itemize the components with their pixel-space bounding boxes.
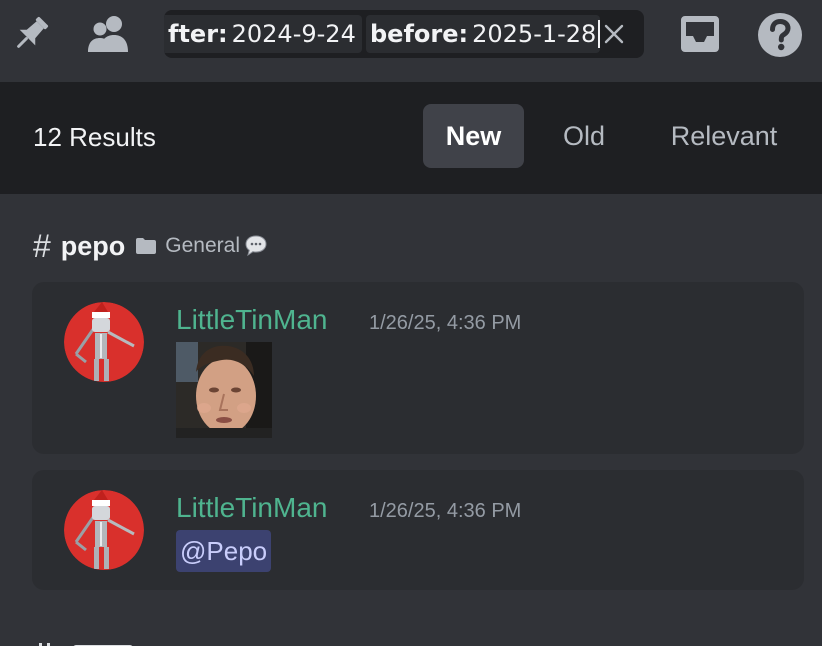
search-results-header: 12 Results New Old Relevant bbox=[0, 82, 822, 194]
channel-header[interactable]: # pepo General bbox=[33, 228, 268, 264]
help-icon[interactable] bbox=[757, 12, 803, 58]
search-result-message[interactable]: LittleTinMan 1/26/25, 4:36 PM bbox=[32, 282, 804, 454]
message-timestamp: 1/26/25, 4:36 PM bbox=[369, 500, 522, 522]
before-filter-value: 2025-1-28 bbox=[472, 20, 597, 48]
sort-tab-new[interactable]: New bbox=[423, 104, 524, 168]
sort-tab-relevant[interactable]: Relevant bbox=[648, 104, 800, 168]
category-name: General bbox=[165, 234, 241, 257]
after-filter-value: 2024-9-24 bbox=[231, 20, 356, 48]
user-mention[interactable]: @Pepo bbox=[176, 530, 272, 572]
message-author[interactable]: LittleTinMan bbox=[176, 304, 327, 336]
avatar[interactable] bbox=[64, 302, 144, 382]
inbox-icon[interactable] bbox=[678, 12, 722, 56]
next-channel-header[interactable] bbox=[33, 636, 353, 646]
avatar[interactable] bbox=[64, 490, 144, 570]
channel-name[interactable]: pepo bbox=[61, 231, 126, 262]
message-timestamp: 1/26/25, 4:36 PM bbox=[369, 312, 522, 334]
search-input[interactable]: fter: 2024-9-24 before: 2025-1-28 bbox=[164, 10, 644, 58]
pin-icon[interactable] bbox=[8, 12, 54, 56]
sort-tab-old[interactable]: Old bbox=[540, 104, 628, 168]
search-filter-before[interactable]: before: 2025-1-28 bbox=[366, 15, 601, 53]
search-filter-after[interactable]: fter: 2024-9-24 bbox=[164, 15, 362, 53]
image-attachment[interactable] bbox=[176, 342, 272, 438]
folder-icon bbox=[135, 236, 157, 256]
members-icon[interactable] bbox=[86, 12, 132, 56]
after-filter-key: fter: bbox=[168, 20, 228, 48]
clear-search-icon[interactable] bbox=[600, 20, 628, 48]
speech-bubble-icon bbox=[244, 234, 268, 258]
message-author[interactable]: LittleTinMan bbox=[176, 492, 327, 524]
top-bar: fter: 2024-9-24 before: 2025-1-28 bbox=[0, 0, 822, 82]
channel-hash-icon: # bbox=[33, 227, 51, 264]
search-result-message[interactable]: LittleTinMan 1/26/25, 4:36 PM @Pepo bbox=[32, 470, 804, 590]
result-count: 12 Results bbox=[33, 122, 156, 152]
before-filter-key: before: bbox=[370, 20, 469, 48]
